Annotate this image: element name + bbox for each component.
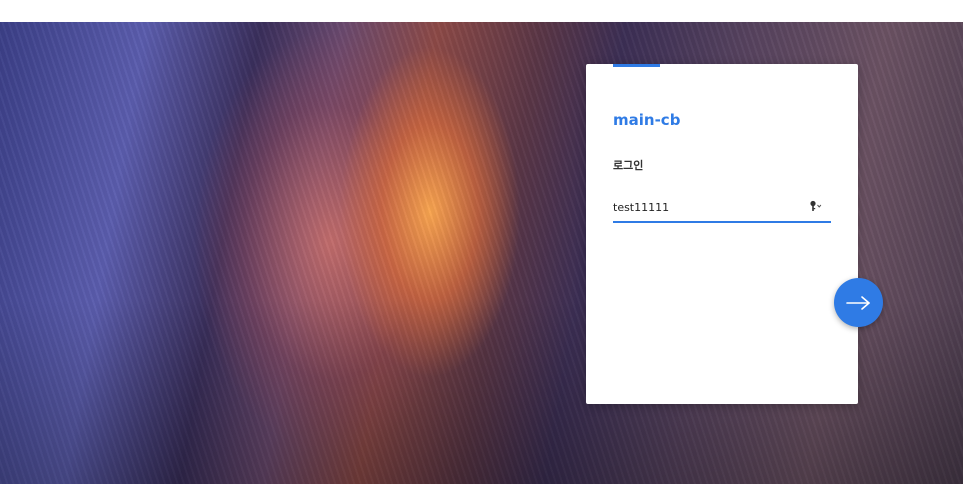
key-icon[interactable] bbox=[809, 200, 823, 212]
login-card: main-cb 로그인 bbox=[586, 64, 858, 404]
app-name: main-cb bbox=[613, 111, 681, 129]
arrow-right-icon bbox=[845, 295, 870, 310]
username-field bbox=[613, 196, 831, 223]
key-icon-glyph bbox=[810, 200, 822, 211]
login-label: 로그인 bbox=[613, 159, 644, 172]
top-bar bbox=[0, 0, 963, 22]
next-button[interactable] bbox=[834, 278, 883, 327]
username-input[interactable] bbox=[613, 198, 803, 216]
accent-line bbox=[613, 64, 660, 67]
